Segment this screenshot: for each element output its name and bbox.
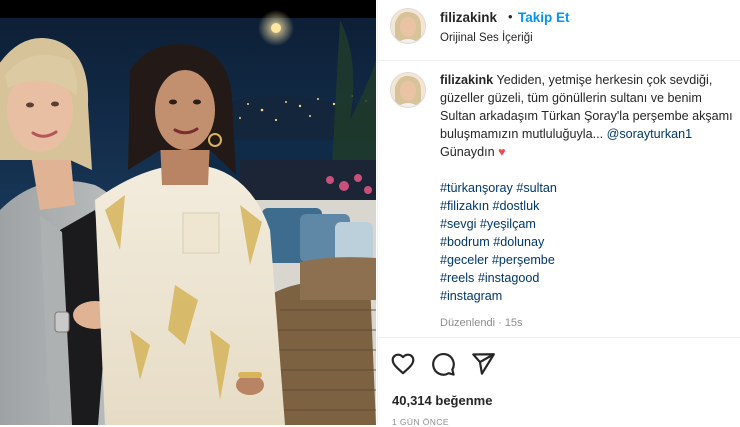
caption-text: buluşmamızın mutluluğuyla... [440, 127, 604, 141]
post-header: filizakink • Takip Et Orijinal Ses İçeri… [378, 0, 740, 61]
hashtag-line: #geceler #perşembe [440, 251, 740, 269]
post-photo [0, 0, 376, 425]
caption-line: Sultan arkadaşım Türkan Şoray'la perşemb… [440, 109, 733, 123]
share-button[interactable] [470, 351, 496, 377]
audio-label[interactable]: Orijinal Ses İçeriği [440, 32, 533, 44]
action-bar: 40,314 beğenme 1 GÜN ÖNCE [378, 337, 740, 427]
avatar[interactable] [390, 8, 426, 44]
post-sidebar: filizakink • Takip Et Orijinal Ses İçeri… [377, 0, 740, 427]
hashtag-link[interactable]: #instagood [478, 271, 540, 285]
comment-button[interactable] [430, 351, 456, 377]
hashtag-line: #filizakın #dostluk [440, 197, 740, 215]
caption-line: buluşmamızın mutluluğuyla... @sorayturka… [440, 125, 740, 143]
post-time: 1 GÜN ÖNCE [392, 417, 449, 427]
caption-line: filizakink Yediden, yetmişe herkesin çok… [440, 71, 740, 89]
caption-text: Günaydın [440, 145, 495, 159]
caption-line: güzeller güzeli, tüm gönüllerin sultanı … [440, 91, 702, 105]
follow-button[interactable]: Takip Et [518, 10, 570, 25]
caption-avatar[interactable] [390, 72, 426, 108]
avatar-image [391, 73, 425, 107]
hashtag-link[interactable]: #dostluk [493, 199, 540, 213]
hashtag-block: #türkanşoray #sultan #filizakın #dostluk… [440, 179, 740, 305]
post-caption: filizakink Yediden, yetmişe herkesin çok… [440, 71, 740, 305]
heart-icon [391, 353, 415, 375]
avatar-image [391, 9, 425, 43]
hashtag-link[interactable]: #dolunay [493, 235, 544, 249]
username[interactable]: filizakink [440, 10, 497, 25]
caption-username[interactable]: filizakink [440, 73, 493, 87]
separator-dot: • [508, 9, 513, 24]
hashtag-line: #sevgi #yeşilçam [440, 215, 740, 233]
hashtag-line: #bodrum #dolunay [440, 233, 740, 251]
like-button[interactable] [390, 351, 416, 377]
hashtag-link[interactable]: #sultan [516, 181, 557, 195]
edited-timestamp: Düzenlendi · 15s [440, 317, 523, 329]
heart-emoji-icon: ♥ [498, 145, 506, 159]
share-icon [472, 353, 495, 375]
post-media[interactable] [0, 0, 376, 425]
hashtag-link[interactable]: #bodrum [440, 235, 490, 249]
hashtag-link[interactable]: #türkanşoray [440, 181, 513, 195]
hashtag-link[interactable]: #yeşilçam [480, 217, 536, 231]
hashtag-line: #türkanşoray #sultan [440, 179, 740, 197]
caption-text: Yediden, yetmişe herkesin çok sevdiği, [496, 73, 713, 87]
hashtag-link[interactable]: #sevgi [440, 217, 476, 231]
hashtag-link[interactable]: #geceler [440, 253, 488, 267]
caption-line: Günaydın ♥ [440, 143, 740, 161]
hashtag-line: #instagram [440, 287, 740, 305]
mention-link[interactable]: @sorayturkan1 [607, 127, 693, 141]
hashtag-link[interactable]: #filizakın [440, 199, 489, 213]
hashtag-link[interactable]: #instagram [440, 289, 502, 303]
hashtag-link[interactable]: #perşembe [492, 253, 555, 267]
likes-count[interactable]: 40,314 beğenme [392, 393, 492, 408]
hashtag-line: #reels #instagood [440, 269, 740, 287]
comment-icon [432, 353, 455, 376]
hashtag-link[interactable]: #reels [440, 271, 474, 285]
